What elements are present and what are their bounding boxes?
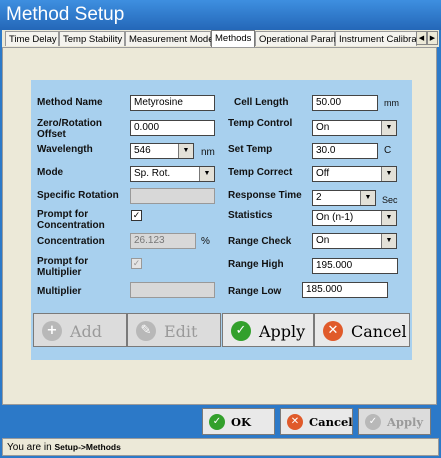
chevron-down-icon[interactable]: ▼ xyxy=(381,234,396,248)
range-low-input[interactable]: 185.000 xyxy=(302,282,388,298)
tab-methods[interactable]: Methods xyxy=(211,30,255,47)
range-high-label: Range High xyxy=(228,259,284,270)
multiplier-input[interactable] xyxy=(130,282,215,298)
close-icon: ✕ xyxy=(323,321,343,341)
check-icon: ✓ xyxy=(209,414,225,430)
cancel-button[interactable]: ✕ Cancel xyxy=(280,408,353,435)
footer-prefix: You are in xyxy=(7,442,52,453)
tab-operational-param[interactable]: Operational Param xyxy=(255,31,339,46)
cell-length-label: Cell Length xyxy=(234,97,289,108)
tab-scroll-left-icon[interactable]: ◀ xyxy=(416,31,427,45)
temp-correct-select[interactable]: Off ▼ xyxy=(312,166,397,182)
response-time-label: Response Time xyxy=(228,190,302,201)
temp-correct-value: Off xyxy=(316,168,330,179)
prompt-multiplier-checkbox[interactable]: ✓ xyxy=(131,258,142,269)
chevron-down-icon[interactable]: ▼ xyxy=(178,144,193,158)
zero-rotation-offset-input[interactable]: 0.000 xyxy=(130,120,215,136)
zero-rotation-offset-label: Zero/Rotation Offset xyxy=(37,118,102,140)
cell-length-unit: mm xyxy=(384,98,399,108)
chevron-down-icon[interactable]: ▼ xyxy=(381,211,396,225)
add-button[interactable]: + Add xyxy=(33,313,127,347)
chevron-down-icon[interactable]: ▼ xyxy=(381,167,396,181)
breadcrumb: Setup->Methods xyxy=(54,442,121,452)
statistics-select[interactable]: On (n-1) ▼ xyxy=(312,210,397,226)
temp-control-value: On xyxy=(316,122,330,133)
statistics-value: On (n-1) xyxy=(316,212,354,223)
statistics-label: Statistics xyxy=(228,210,273,221)
check-icon: ✓ xyxy=(132,258,141,268)
prompt-concentration-checkbox[interactable]: ✓ xyxy=(131,210,142,221)
concentration-input[interactable]: 26.123 xyxy=(130,233,196,249)
temp-correct-label: Temp Correct xyxy=(228,167,293,178)
specific-rotation-input[interactable] xyxy=(130,188,215,204)
concentration-label: Concentration xyxy=(37,236,105,247)
check-icon: ✓ xyxy=(132,210,141,220)
wavelength-label: Wavelength xyxy=(37,144,93,155)
panel-apply-button[interactable]: ✓ Apply xyxy=(222,313,314,347)
response-time-unit: Sec xyxy=(382,195,398,205)
cell-length-input[interactable]: 50.00 xyxy=(312,95,378,111)
wavelength-value: 546 xyxy=(134,145,151,156)
window-title: Method Setup xyxy=(0,0,441,30)
tab-time-delay[interactable]: Time Delay xyxy=(5,31,59,46)
multiplier-label: Multiplier xyxy=(37,286,82,297)
chevron-down-icon[interactable]: ▼ xyxy=(381,121,396,135)
specific-rotation-label: Specific Rotation xyxy=(37,190,119,201)
set-temp-input[interactable]: 30.0 xyxy=(312,143,378,159)
method-name-label: Method Name xyxy=(37,97,103,108)
apply-button[interactable]: ✓ Apply xyxy=(358,408,431,435)
response-time-select[interactable]: 2 ▼ xyxy=(312,190,376,206)
range-check-label: Range Check xyxy=(228,236,292,247)
check-icon: ✓ xyxy=(231,321,251,341)
range-check-value: On xyxy=(316,235,330,246)
range-high-input[interactable]: 195.000 xyxy=(312,258,398,274)
wavelength-unit: nm xyxy=(201,147,215,158)
response-time-value: 2 xyxy=(316,192,322,203)
range-check-select[interactable]: On ▼ xyxy=(312,233,397,249)
plus-icon: + xyxy=(42,321,62,341)
mode-select[interactable]: Sp. Rot. ▼ xyxy=(130,166,215,182)
close-icon: ✕ xyxy=(287,414,303,430)
method-setup-window: Method Setup Time Delay Temp Stability M… xyxy=(0,0,441,458)
temp-control-label: Temp Control xyxy=(228,118,293,129)
concentration-unit: % xyxy=(201,236,210,247)
tab-measurement-mode[interactable]: Measurement Mode xyxy=(125,31,213,46)
chevron-down-icon[interactable]: ▼ xyxy=(360,191,375,205)
prompt-concentration-label: Prompt for Concentration xyxy=(37,209,105,231)
tab-strip: Time Delay Temp Stability Measurement Mo… xyxy=(2,30,439,47)
tab-scroll-right-icon[interactable]: ▶ xyxy=(427,31,438,45)
temp-control-select[interactable]: On ▼ xyxy=(312,120,397,136)
edit-icon: ✎ xyxy=(136,321,156,341)
tab-instrument-calibration[interactable]: Instrument Calibrat xyxy=(335,31,419,46)
method-name-input[interactable]: Metyrosine xyxy=(130,95,215,111)
set-temp-label: Set Temp xyxy=(228,144,273,155)
mode-value: Sp. Rot. xyxy=(134,168,171,179)
check-icon: ✓ xyxy=(365,414,381,430)
panel-cancel-button[interactable]: ✕ Cancel xyxy=(314,313,410,347)
mode-label: Mode xyxy=(37,167,64,178)
ok-button[interactable]: ✓ OK xyxy=(202,408,275,435)
edit-button[interactable]: ✎ Edit xyxy=(127,313,221,347)
range-low-label: Range Low xyxy=(228,286,282,297)
status-footer: You are in Setup->Methods xyxy=(2,438,439,456)
set-temp-unit: C xyxy=(384,145,392,156)
prompt-multiplier-label: Prompt for Multiplier xyxy=(37,256,89,278)
chevron-down-icon[interactable]: ▼ xyxy=(199,167,214,181)
wavelength-select[interactable]: 546 ▼ xyxy=(130,143,194,159)
tab-temp-stability[interactable]: Temp Stability xyxy=(59,31,125,46)
